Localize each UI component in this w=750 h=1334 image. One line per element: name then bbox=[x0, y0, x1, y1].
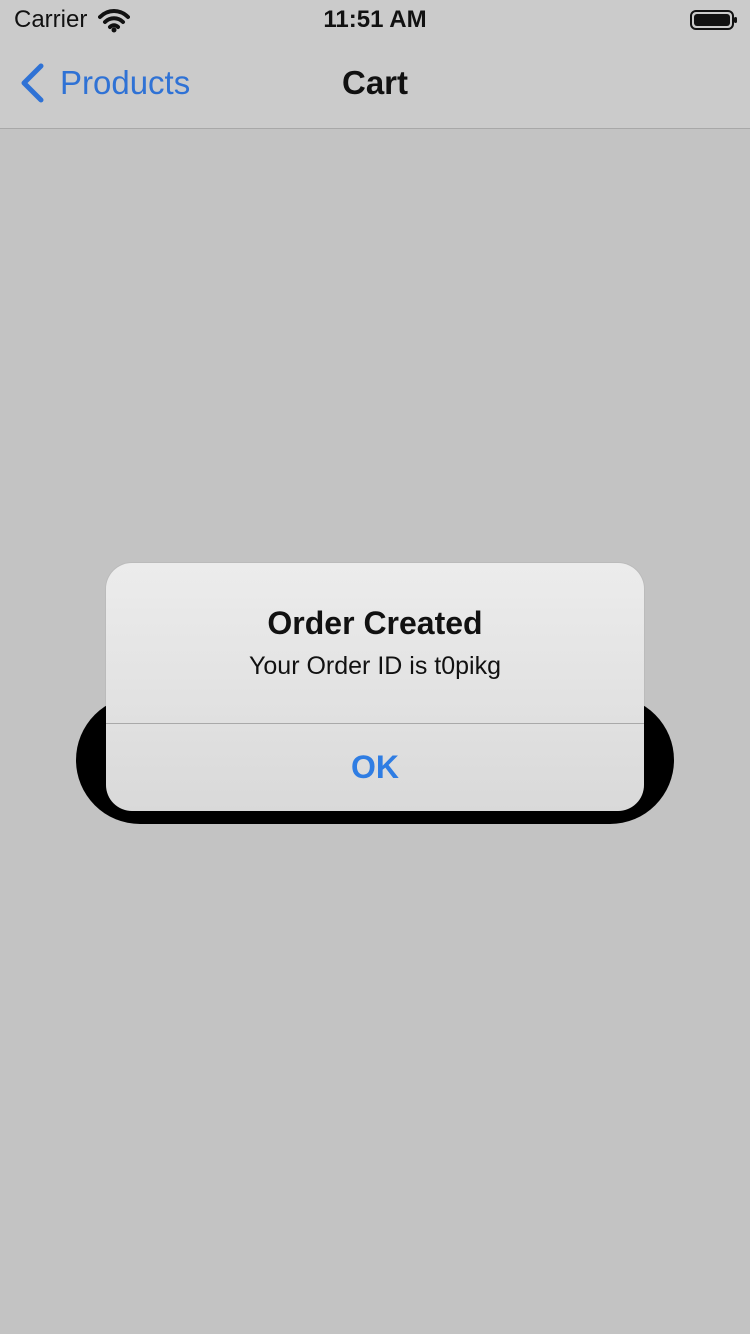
battery-icon bbox=[690, 10, 737, 30]
alert-message: Your Order ID is t0pikg bbox=[249, 652, 501, 680]
order-created-alert: Order Created Your Order ID is t0pikg OK bbox=[106, 563, 644, 811]
navigation-bar: Products Cart bbox=[0, 40, 750, 129]
status-time: 11:51 AM bbox=[323, 6, 427, 33]
status-bar: Carrier 11:51 AM bbox=[0, 0, 750, 40]
alert-title: Order Created bbox=[267, 605, 483, 641]
page-title: Cart bbox=[341, 64, 409, 101]
alert-ok-button[interactable]: OK bbox=[106, 724, 644, 811]
alert-content: Order Created Your Order ID is t0pikg bbox=[106, 563, 644, 723]
